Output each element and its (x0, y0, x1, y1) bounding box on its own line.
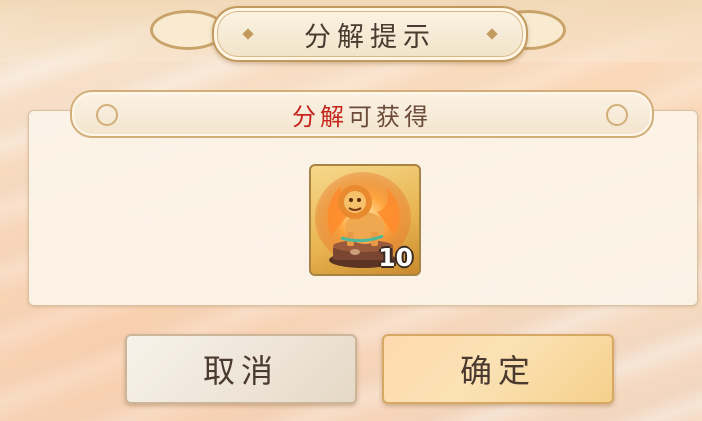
diamond-ornament-icon (242, 28, 254, 40)
item-count: 10 (378, 243, 413, 272)
reward-item-slot[interactable]: 10 (309, 164, 421, 276)
confirm-button[interactable]: 确定 (382, 334, 614, 404)
decompose-dialog: 分解提示 分解可获得 10 取消 确定 (0, 0, 702, 421)
diamond-ornament-icon (486, 28, 498, 40)
cancel-button[interactable]: 取消 (125, 334, 357, 404)
subtitle-rest: 可获得 (348, 102, 432, 131)
subtitle-highlight: 分解 (292, 102, 348, 131)
title-plate: 分解提示 (212, 6, 528, 62)
subtitle-bar: 分解可获得 (70, 90, 654, 138)
swirl-ornament-icon (96, 104, 118, 126)
swirl-ornament-icon (606, 104, 628, 126)
dialog-title: 分解提示 (304, 21, 436, 53)
subtitle: 分解可获得 (292, 97, 432, 132)
